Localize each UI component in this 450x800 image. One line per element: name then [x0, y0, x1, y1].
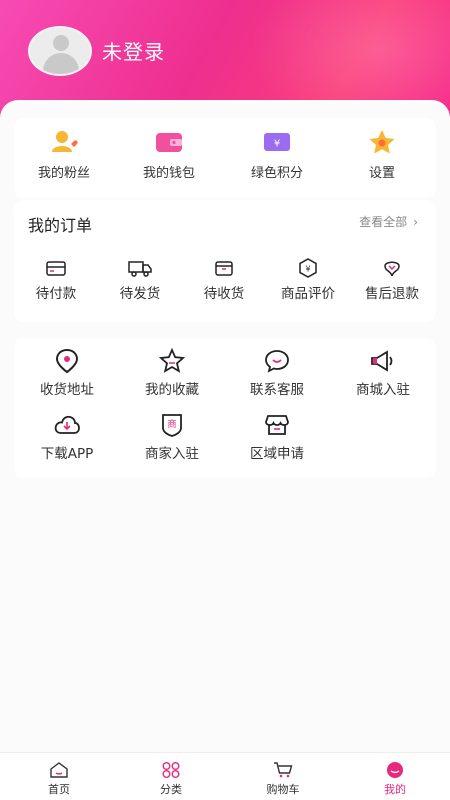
service-region-apply[interactable]: 区域申请 [224, 412, 330, 462]
box-icon [215, 261, 233, 276]
view-all-label: 查看全部 [359, 215, 408, 229]
orders-card: 我的订单 查看全部 › 待付款 待发货 待收货 ¥ 商品评价 售后退款 [14, 200, 436, 322]
service-label: 收货地址 [40, 382, 94, 398]
tab-profile[interactable]: 我的 [339, 761, 450, 797]
avatar[interactable] [28, 26, 92, 76]
service-merchant-settle[interactable]: 商 商家入驻 [119, 412, 225, 462]
service-label: 商城入驻 [356, 382, 410, 398]
service-mall-settle[interactable]: 商城入驻 [330, 348, 436, 398]
order-pending-shipment[interactable]: 待发货 [98, 258, 182, 302]
services-card: 收货地址 我的收藏 联系客服 商城入驻 下载APP 商 商家入驻 区域申请 [14, 338, 436, 478]
tab-label: 分类 [160, 783, 182, 796]
order-label: 待收货 [203, 286, 245, 302]
profile-icon [387, 762, 403, 778]
fans-icon [48, 128, 80, 156]
location-icon [55, 348, 79, 374]
home-icon [50, 762, 68, 778]
quick-action-points[interactable]: ¥ 绿色积分 [227, 128, 327, 181]
avatar-head-shape [53, 35, 69, 51]
order-label: 待发货 [119, 286, 161, 302]
settings-star-icon [366, 128, 398, 156]
orders-view-all[interactable]: 查看全部 › [359, 213, 418, 230]
category-icon [162, 762, 180, 778]
service-label: 下载APP [40, 446, 94, 462]
service-address[interactable]: 收货地址 [14, 348, 120, 398]
service-label: 区域申请 [250, 446, 304, 462]
star-icon [159, 348, 185, 373]
quick-action-fans[interactable]: 我的粉丝 [14, 128, 114, 181]
svg-text:¥: ¥ [274, 139, 280, 150]
tab-home[interactable]: 首页 [3, 761, 115, 797]
quick-action-settings[interactable]: 设置 [332, 128, 432, 181]
service-download-app[interactable]: 下载APP [14, 412, 120, 462]
order-review[interactable]: ¥ 商品评价 [266, 258, 350, 302]
service-label: 我的收藏 [145, 382, 199, 398]
download-icon [54, 415, 80, 434]
megaphone-icon [371, 350, 393, 372]
truck-icon [128, 261, 152, 277]
quick-action-label: 设置 [368, 166, 395, 181]
svg-text:商: 商 [167, 418, 176, 430]
tab-label: 我的 [384, 783, 406, 796]
chat-icon [265, 350, 289, 373]
order-pending-payment[interactable]: 待付款 [14, 258, 98, 302]
points-icon: ¥ [261, 128, 293, 156]
order-refund[interactable]: 售后退款 [350, 258, 434, 302]
service-favorites[interactable]: 我的收藏 [119, 348, 225, 398]
avatar-body-shape [43, 53, 79, 74]
wallet-icon [153, 128, 185, 156]
orders-title: 我的订单 [28, 216, 93, 235]
order-pending-receipt[interactable]: 待收货 [182, 258, 266, 302]
quick-action-label: 我的钱包 [142, 166, 195, 181]
bottom-tab-bar: 首页 分类 购物车 我的 [0, 752, 450, 800]
login-status[interactable]: 未登录 [102, 36, 165, 65]
tab-cart[interactable]: 购物车 [227, 761, 339, 797]
order-label: 待付款 [35, 286, 77, 302]
tab-label: 购物车 [266, 783, 300, 796]
cart-icon [274, 762, 293, 778]
order-label: 售后退款 [365, 286, 419, 302]
store-icon [265, 415, 289, 435]
card-icon [46, 261, 66, 276]
service-customer-support[interactable]: 联系客服 [224, 348, 330, 398]
tab-label: 首页 [48, 783, 70, 796]
tab-category[interactable]: 分类 [115, 761, 227, 797]
chevron-right-icon: › [413, 215, 418, 229]
quick-action-wallet[interactable]: 我的钱包 [119, 128, 219, 181]
service-label: 联系客服 [250, 382, 304, 398]
quick-action-label: 绿色积分 [250, 166, 303, 181]
shop-badge-icon: 商 [162, 414, 182, 437]
refund-icon [384, 261, 400, 277]
review-icon: ¥ [299, 258, 317, 278]
order-label: 商品评价 [281, 286, 335, 302]
service-label: 商家入驻 [145, 446, 199, 462]
quick-action-label: 我的粉丝 [37, 166, 90, 181]
quick-actions-card: 我的粉丝 我的钱包 ¥ 绿色积分 设置 [14, 118, 436, 198]
svg-text:¥: ¥ [305, 265, 310, 274]
